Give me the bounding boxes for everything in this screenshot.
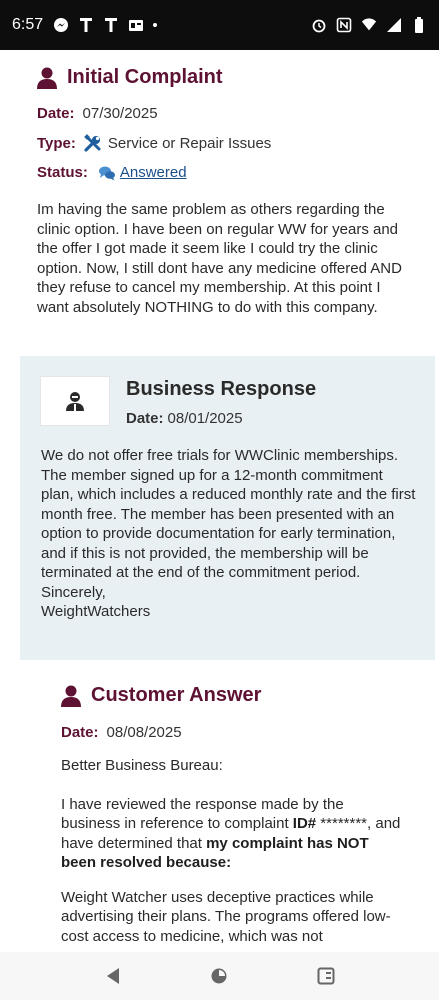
wifi-icon: [361, 17, 377, 33]
business-response-signature: WeightWatchers: [41, 603, 151, 620]
customer-answer-section: Customer Answer Date: 08/08/2025 Better …: [61, 684, 401, 946]
alarm-icon: [311, 17, 327, 33]
date-label: Date:: [37, 105, 75, 122]
initial-complaint-title: Initial Complaint: [67, 66, 223, 88]
answer-date: 08/08/2025: [106, 724, 182, 741]
business-agent-icon: [66, 392, 84, 411]
messenger-icon: [53, 17, 69, 33]
signal-icon: [386, 17, 402, 33]
date-label: Date:: [61, 724, 99, 741]
status-answered-link[interactable]: Answered: [120, 164, 187, 181]
battery-icon: [411, 17, 427, 33]
customer-answer-title: Customer Answer: [91, 684, 262, 706]
answer-paragraph-1: I have reviewed the response made by the…: [61, 795, 401, 873]
complaint-id-value: ********: [316, 815, 368, 832]
person-icon: [61, 685, 81, 707]
type-label: Type:: [37, 134, 76, 152]
answer-greeting: Better Business Bureau:: [61, 757, 223, 774]
tools-icon: [84, 134, 102, 152]
business-response-signoff: Sincerely,: [41, 583, 106, 601]
complaint-date-row: Date: 07/30/2025: [37, 105, 407, 122]
back-nav-button[interactable]: [101, 964, 125, 988]
initial-complaint-section: Initial Complaint Date: 07/30/2025 Type:…: [37, 66, 407, 317]
complaint-detail-scroll[interactable]: Initial Complaint Date: 07/30/2025 Type:…: [0, 50, 439, 952]
customer-answer-header: Customer Answer: [61, 684, 401, 707]
media-icon: [128, 17, 144, 33]
back-triangle-icon: [107, 968, 120, 984]
tmobile-icon: [78, 17, 94, 33]
chat-bubbles-icon: [98, 165, 116, 181]
answer-date-row: Date: 08/08/2025: [61, 724, 401, 741]
complaint-id-label: ID#: [292, 815, 317, 832]
home-circle-icon: [211, 968, 227, 984]
answer-paragraph-2: Weight Watcher uses deceptive practices …: [61, 888, 391, 945]
status-label: Status:: [37, 164, 88, 181]
complaint-type-row: Type: Service or Repair Issues: [37, 134, 407, 152]
business-response-date-row: Date: 08/01/2025: [126, 410, 243, 427]
home-nav-button[interactable]: [207, 964, 231, 988]
complaint-body: Im having the same problem as others reg…: [37, 201, 402, 316]
complaint-status-row: Status: Answered: [37, 164, 407, 181]
person-icon: [37, 67, 57, 89]
business-response-section: Business Response Date: 08/01/2025 We do …: [20, 356, 435, 660]
recents-nav-button[interactable]: [314, 964, 338, 988]
clock: 6:57: [12, 16, 44, 33]
date-label: Date:: [126, 410, 164, 427]
business-response-text: We do not offer free trials for WWClinic…: [41, 447, 416, 581]
business-response-date: 08/01/2025: [167, 410, 243, 427]
business-response-title: Business Response: [126, 378, 317, 400]
business-response-body: We do not offer free trials for WWClinic…: [41, 446, 416, 622]
complaint-type: Service or Repair Issues: [107, 134, 272, 152]
initial-complaint-header: Initial Complaint: [37, 66, 407, 89]
complaint-date: 07/30/2025: [82, 105, 158, 122]
business-avatar: [40, 376, 110, 426]
recents-icon: [317, 967, 335, 985]
tmobile-icon: [103, 17, 119, 33]
status-bar: 6:57: [0, 0, 439, 50]
system-nav-bar: [0, 952, 439, 1000]
notification-dot-icon: [153, 23, 158, 27]
nfc-icon: [336, 17, 352, 33]
